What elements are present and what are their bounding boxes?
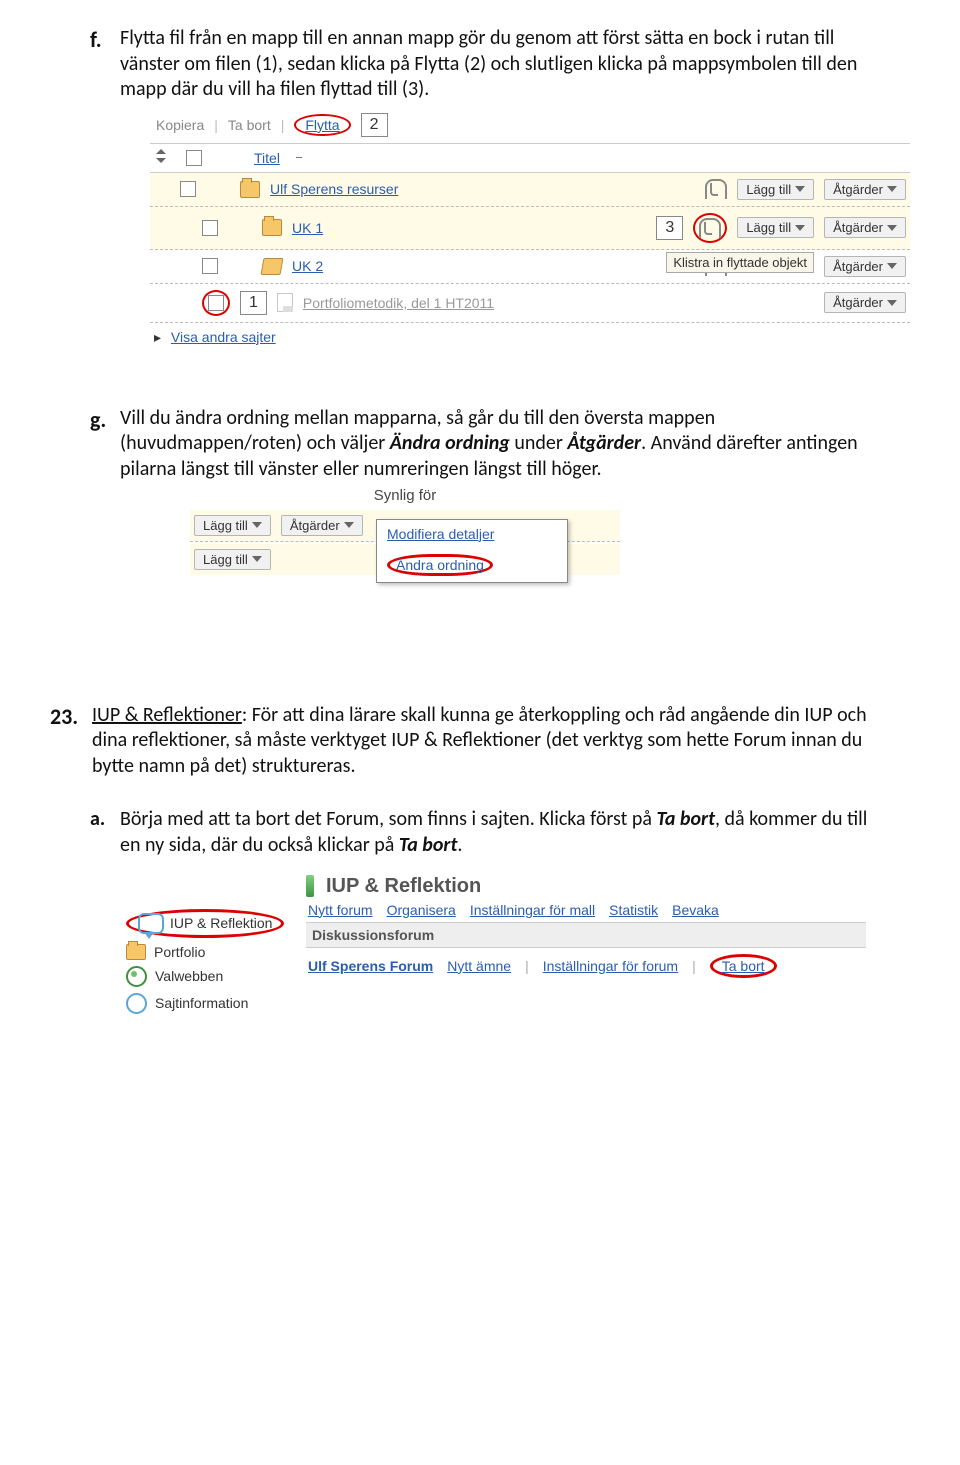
- chevron-down-icon: [887, 186, 897, 192]
- row-checkbox[interactable]: [202, 220, 218, 236]
- callout-1: 1: [240, 291, 267, 315]
- tab-bevaka[interactable]: Bevaka: [672, 902, 719, 918]
- page-title: IUP & Reflektion: [326, 875, 481, 898]
- ta-bort-highlight: Ta bort: [710, 954, 777, 978]
- row-checkbox[interactable]: [202, 258, 218, 274]
- para-a-marker: a.: [90, 807, 120, 858]
- para-f-text: Flytta fil från en mapp till en annan ma…: [120, 26, 890, 103]
- folder-open-icon: [261, 258, 284, 275]
- chevron-down-icon: [344, 522, 354, 528]
- chevron-down-icon: [887, 300, 897, 306]
- para-23-marker: 23.: [50, 703, 92, 780]
- atgarder-dropdown: Modifiera detaljer Ändra ordning: [376, 519, 568, 583]
- row-checkbox[interactable]: [208, 295, 224, 311]
- file-icon: [277, 293, 293, 312]
- table-row: 1 Portfoliometodik, del 1 HT2011 Åtgärde…: [150, 284, 910, 323]
- toolbar-sep: |: [281, 117, 285, 133]
- forum-row: Ulf Sperens Forum Nytt ämne | Inställnin…: [306, 948, 866, 984]
- col-title[interactable]: Titel: [254, 150, 280, 166]
- para-g-marker: g.: [90, 406, 120, 483]
- lagg-till-button[interactable]: Lägg till: [194, 515, 271, 536]
- forum-title-link[interactable]: Ulf Sperens Forum: [308, 958, 433, 974]
- menu-modifiera-detaljer[interactable]: Modifiera detaljer: [377, 520, 567, 548]
- installningar-forum-link[interactable]: Inställningar för forum: [543, 958, 678, 974]
- toolbar-kopiera[interactable]: Kopiera: [156, 117, 204, 133]
- globe-icon: [126, 966, 147, 987]
- folder-icon: [240, 181, 260, 198]
- para-g-text: Vill du ändra ordning mellan mapparna, s…: [120, 406, 890, 483]
- tab-bar: Nytt forum Organisera Inställningar för …: [306, 898, 866, 922]
- para-f-marker: f.: [90, 26, 120, 103]
- chevron-down-icon: [887, 225, 897, 231]
- sort-icon[interactable]: [156, 153, 166, 163]
- toolbar-sep: |: [214, 117, 218, 133]
- lagg-till-button[interactable]: Lägg till: [737, 179, 814, 200]
- checkbox-highlight: [202, 290, 230, 316]
- atgarder-button[interactable]: Åtgärder: [824, 217, 906, 238]
- atgarder-button[interactable]: Åtgärder: [281, 515, 363, 536]
- atgarder-button[interactable]: Åtgärder: [824, 256, 906, 277]
- atgarder-button[interactable]: Åtgärder: [824, 179, 906, 200]
- screenshot-reorder-menu: Synlig för Lägg till Åtgärder Lägg till …: [190, 487, 620, 575]
- tooltip-paste: Klistra in flyttade objekt: [666, 252, 814, 273]
- table-row: Ulf Sperens resurser Lägg till Åtgärder: [150, 173, 910, 207]
- sort-indicator: [296, 157, 302, 158]
- chevron-down-icon: [887, 263, 897, 269]
- menu-andra-ordning[interactable]: Ändra ordning: [377, 548, 567, 582]
- select-all-checkbox[interactable]: [186, 150, 202, 166]
- table-row: UK 2 Klistra in flyttade objekt Lägg til…: [150, 250, 910, 284]
- tab-installningar-mall[interactable]: Inställningar för mall: [470, 902, 595, 918]
- paragraph-a: a. Börja med att ta bort det Forum, som …: [90, 807, 890, 858]
- synlig-for-heading: Synlig för: [190, 487, 620, 510]
- paste-target-highlight: [693, 213, 727, 243]
- sidebar-item-sajtinformation[interactable]: Sajtinformation: [126, 993, 296, 1014]
- tab-organisera[interactable]: Organisera: [387, 902, 456, 918]
- row-label[interactable]: Portfoliometodik, del 1 HT2011: [303, 295, 494, 311]
- paste-icon[interactable]: [705, 179, 727, 199]
- callout-3: 3: [656, 216, 683, 240]
- sidebar-item-iup[interactable]: IUP & Reflektion: [126, 909, 296, 938]
- chevron-down-icon: [252, 556, 262, 562]
- footer-link-row: ▸ Visa andra sajter: [150, 323, 910, 346]
- ta-bort-link[interactable]: Ta bort: [722, 958, 765, 974]
- row-label[interactable]: Ulf Sperens resurser: [270, 181, 398, 197]
- speech-bubble-icon: [138, 913, 164, 934]
- row-label[interactable]: UK 1: [292, 220, 323, 236]
- folder-icon: [262, 219, 282, 236]
- table-row: UK 1 3 Lägg till Åtgärder: [150, 207, 910, 250]
- lagg-till-button[interactable]: Lägg till: [194, 549, 271, 570]
- para-a-text: Börja med att ta bort det Forum, som fin…: [120, 807, 890, 858]
- toolbar: Kopiera | Ta bort | Flytta 2: [150, 111, 910, 143]
- toolbar-tabort[interactable]: Ta bort: [228, 117, 271, 133]
- tab-statistik[interactable]: Statistik: [609, 902, 658, 918]
- chevron-down-icon: [252, 522, 262, 528]
- section-icon: [306, 875, 314, 897]
- sidebar-item-portfolio[interactable]: Portfolio: [126, 944, 296, 960]
- screenshot-iup-toolbar: IUP & Reflektion Portfolio Valwebben Saj…: [126, 875, 866, 1014]
- show-other-sites-link[interactable]: Visa andra sajter: [171, 329, 276, 345]
- sidebar-item-valwebben[interactable]: Valwebben: [126, 966, 296, 987]
- sidebar: IUP & Reflektion Portfolio Valwebben Saj…: [126, 875, 296, 1014]
- paragraph-f: f. Flytta fil från en mapp till en annan…: [90, 26, 890, 103]
- row-label[interactable]: UK 2: [292, 258, 323, 274]
- paragraph-g: g. Vill du ändra ordning mellan mapparna…: [90, 406, 890, 483]
- tab-nytt-forum[interactable]: Nytt forum: [308, 902, 373, 918]
- section-heading: Diskussionsforum: [306, 922, 866, 948]
- chevron-down-icon: [795, 225, 805, 231]
- gear-icon: [126, 993, 147, 1014]
- paste-icon[interactable]: [699, 218, 721, 238]
- chevron-down-icon: [795, 186, 805, 192]
- nytt-amne-link[interactable]: Nytt ämne: [447, 958, 511, 974]
- folder-icon: [126, 944, 146, 960]
- lagg-till-button[interactable]: Lägg till: [737, 217, 814, 238]
- row-checkbox[interactable]: [180, 181, 196, 197]
- screenshot-file-mover: Kopiera | Ta bort | Flytta 2 Titel Ulf S…: [150, 111, 910, 346]
- table-header: Titel: [150, 143, 910, 173]
- toolbar-flytta[interactable]: Flytta: [294, 114, 350, 136]
- para-23-text: IUP & Reflektioner: För att dina lärare …: [92, 703, 890, 780]
- paragraph-23: 23. IUP & Reflektioner: För att dina lär…: [50, 703, 890, 780]
- atgarder-button[interactable]: Åtgärder: [824, 292, 906, 313]
- callout-2: 2: [361, 113, 388, 137]
